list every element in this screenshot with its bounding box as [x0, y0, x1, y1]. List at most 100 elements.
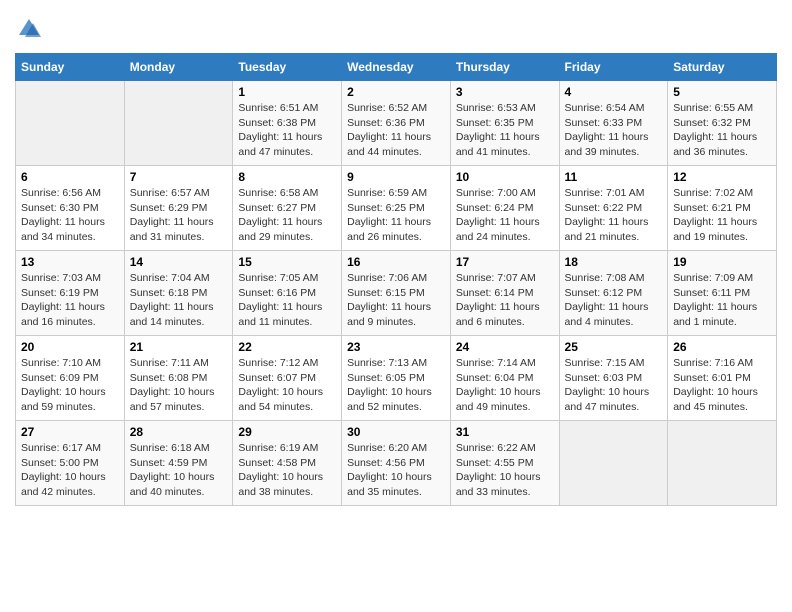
day-info: Sunrise: 7:05 AM Sunset: 6:16 PM Dayligh… [238, 271, 336, 330]
calendar-header-row: SundayMondayTuesdayWednesdayThursdayFrid… [16, 54, 777, 81]
calendar-cell: 4 Sunrise: 6:54 AM Sunset: 6:33 PM Daylig… [559, 81, 668, 166]
day-info: Sunrise: 6:20 AM Sunset: 4:56 PM Dayligh… [347, 441, 445, 500]
calendar-cell: 21 Sunrise: 7:11 AM Sunset: 6:08 PM Dayli… [124, 336, 233, 421]
calendar-week-row: 13 Sunrise: 7:03 AM Sunset: 6:19 PM Dayli… [16, 251, 777, 336]
calendar-cell: 20 Sunrise: 7:10 AM Sunset: 6:09 PM Dayli… [16, 336, 125, 421]
day-number: 22 [238, 340, 336, 354]
day-info: Sunrise: 6:58 AM Sunset: 6:27 PM Dayligh… [238, 186, 336, 245]
calendar-cell: 6 Sunrise: 6:56 AM Sunset: 6:30 PM Daylig… [16, 166, 125, 251]
day-number: 20 [21, 340, 119, 354]
day-number: 23 [347, 340, 445, 354]
calendar-cell: 13 Sunrise: 7:03 AM Sunset: 6:19 PM Dayli… [16, 251, 125, 336]
day-number: 16 [347, 255, 445, 269]
calendar-cell: 1 Sunrise: 6:51 AM Sunset: 6:38 PM Daylig… [233, 81, 342, 166]
calendar-cell: 2 Sunrise: 6:52 AM Sunset: 6:36 PM Daylig… [342, 81, 451, 166]
day-of-week-wednesday: Wednesday [342, 54, 451, 81]
day-info: Sunrise: 7:00 AM Sunset: 6:24 PM Dayligh… [456, 186, 554, 245]
calendar-cell: 15 Sunrise: 7:05 AM Sunset: 6:16 PM Dayli… [233, 251, 342, 336]
day-number: 27 [21, 425, 119, 439]
day-number: 6 [21, 170, 119, 184]
day-of-week-tuesday: Tuesday [233, 54, 342, 81]
day-info: Sunrise: 7:03 AM Sunset: 6:19 PM Dayligh… [21, 271, 119, 330]
day-info: Sunrise: 6:22 AM Sunset: 4:55 PM Dayligh… [456, 441, 554, 500]
calendar-cell: 25 Sunrise: 7:15 AM Sunset: 6:03 PM Dayli… [559, 336, 668, 421]
day-info: Sunrise: 6:59 AM Sunset: 6:25 PM Dayligh… [347, 186, 445, 245]
day-number: 25 [565, 340, 663, 354]
day-number: 26 [673, 340, 771, 354]
page-header [15, 15, 777, 43]
day-of-week-thursday: Thursday [450, 54, 559, 81]
day-number: 5 [673, 85, 771, 99]
day-info: Sunrise: 7:12 AM Sunset: 6:07 PM Dayligh… [238, 356, 336, 415]
day-info: Sunrise: 7:06 AM Sunset: 6:15 PM Dayligh… [347, 271, 445, 330]
day-info: Sunrise: 6:54 AM Sunset: 6:33 PM Dayligh… [565, 101, 663, 160]
day-info: Sunrise: 6:56 AM Sunset: 6:30 PM Dayligh… [21, 186, 119, 245]
day-info: Sunrise: 6:51 AM Sunset: 6:38 PM Dayligh… [238, 101, 336, 160]
calendar-cell: 12 Sunrise: 7:02 AM Sunset: 6:21 PM Dayli… [668, 166, 777, 251]
day-of-week-monday: Monday [124, 54, 233, 81]
calendar-cell: 22 Sunrise: 7:12 AM Sunset: 6:07 PM Dayli… [233, 336, 342, 421]
calendar-cell: 18 Sunrise: 7:08 AM Sunset: 6:12 PM Dayli… [559, 251, 668, 336]
day-number: 3 [456, 85, 554, 99]
day-number: 2 [347, 85, 445, 99]
day-number: 17 [456, 255, 554, 269]
day-info: Sunrise: 7:14 AM Sunset: 6:04 PM Dayligh… [456, 356, 554, 415]
calendar-cell: 16 Sunrise: 7:06 AM Sunset: 6:15 PM Dayli… [342, 251, 451, 336]
calendar-cell: 30 Sunrise: 6:20 AM Sunset: 4:56 PM Dayli… [342, 421, 451, 506]
day-number: 12 [673, 170, 771, 184]
calendar-cell: 19 Sunrise: 7:09 AM Sunset: 6:11 PM Dayli… [668, 251, 777, 336]
day-number: 31 [456, 425, 554, 439]
day-number: 18 [565, 255, 663, 269]
calendar-cell: 5 Sunrise: 6:55 AM Sunset: 6:32 PM Daylig… [668, 81, 777, 166]
calendar-cell [124, 81, 233, 166]
day-info: Sunrise: 6:57 AM Sunset: 6:29 PM Dayligh… [130, 186, 228, 245]
calendar-cell: 11 Sunrise: 7:01 AM Sunset: 6:22 PM Dayli… [559, 166, 668, 251]
calendar-cell: 14Sunrise: 7:04 AM Sunset: 6:18 PM Dayli… [124, 251, 233, 336]
day-of-week-friday: Friday [559, 54, 668, 81]
day-number: 15 [238, 255, 336, 269]
day-info: Sunrise: 7:09 AM Sunset: 6:11 PM Dayligh… [673, 271, 771, 330]
calendar-cell: 27Sunrise: 6:17 AM Sunset: 5:00 PM Dayli… [16, 421, 125, 506]
calendar-week-row: 6 Sunrise: 6:56 AM Sunset: 6:30 PM Daylig… [16, 166, 777, 251]
day-number: 30 [347, 425, 445, 439]
day-info: Sunrise: 7:08 AM Sunset: 6:12 PM Dayligh… [565, 271, 663, 330]
day-info: Sunrise: 7:10 AM Sunset: 6:09 PM Dayligh… [21, 356, 119, 415]
day-number: 21 [130, 340, 228, 354]
day-info: Sunrise: 7:01 AM Sunset: 6:22 PM Dayligh… [565, 186, 663, 245]
calendar-cell: 24 Sunrise: 7:14 AM Sunset: 6:04 PM Dayli… [450, 336, 559, 421]
day-number: 24 [456, 340, 554, 354]
day-info: Sunrise: 6:52 AM Sunset: 6:36 PM Dayligh… [347, 101, 445, 160]
day-info: Sunrise: 7:11 AM Sunset: 6:08 PM Dayligh… [130, 356, 228, 415]
calendar-cell: 23 Sunrise: 7:13 AM Sunset: 6:05 PM Dayli… [342, 336, 451, 421]
day-info: Sunrise: 6:18 AM Sunset: 4:59 PM Dayligh… [130, 441, 228, 500]
day-number: 4 [565, 85, 663, 99]
day-number: 13 [21, 255, 119, 269]
day-info: Sunrise: 7:15 AM Sunset: 6:03 PM Dayligh… [565, 356, 663, 415]
day-info: Sunrise: 6:19 AM Sunset: 4:58 PM Dayligh… [238, 441, 336, 500]
day-number: 29 [238, 425, 336, 439]
day-number: 19 [673, 255, 771, 269]
day-info: Sunrise: 7:07 AM Sunset: 6:14 PM Dayligh… [456, 271, 554, 330]
day-number: 8 [238, 170, 336, 184]
calendar-cell [668, 421, 777, 506]
day-number: 11 [565, 170, 663, 184]
calendar-cell: 3 Sunrise: 6:53 AM Sunset: 6:35 PM Daylig… [450, 81, 559, 166]
calendar-cell [16, 81, 125, 166]
calendar-cell: 9Sunrise: 6:59 AM Sunset: 6:25 PM Daylig… [342, 166, 451, 251]
day-number: 1 [238, 85, 336, 99]
day-number: 10 [456, 170, 554, 184]
day-of-week-sunday: Sunday [16, 54, 125, 81]
day-info: Sunrise: 7:02 AM Sunset: 6:21 PM Dayligh… [673, 186, 771, 245]
day-info: Sunrise: 6:53 AM Sunset: 6:35 PM Dayligh… [456, 101, 554, 160]
logo [15, 15, 45, 43]
calendar-cell: 8 Sunrise: 6:58 AM Sunset: 6:27 PM Daylig… [233, 166, 342, 251]
day-number: 28 [130, 425, 228, 439]
day-info: Sunrise: 7:13 AM Sunset: 6:05 PM Dayligh… [347, 356, 445, 415]
calendar-cell [559, 421, 668, 506]
day-number: 7 [130, 170, 228, 184]
day-of-week-saturday: Saturday [668, 54, 777, 81]
calendar-cell: 29 Sunrise: 6:19 AM Sunset: 4:58 PM Dayli… [233, 421, 342, 506]
calendar-cell: 31 Sunrise: 6:22 AM Sunset: 4:55 PM Dayli… [450, 421, 559, 506]
day-info: Sunrise: 6:55 AM Sunset: 6:32 PM Dayligh… [673, 101, 771, 160]
calendar-cell: 10 Sunrise: 7:00 AM Sunset: 6:24 PM Dayli… [450, 166, 559, 251]
